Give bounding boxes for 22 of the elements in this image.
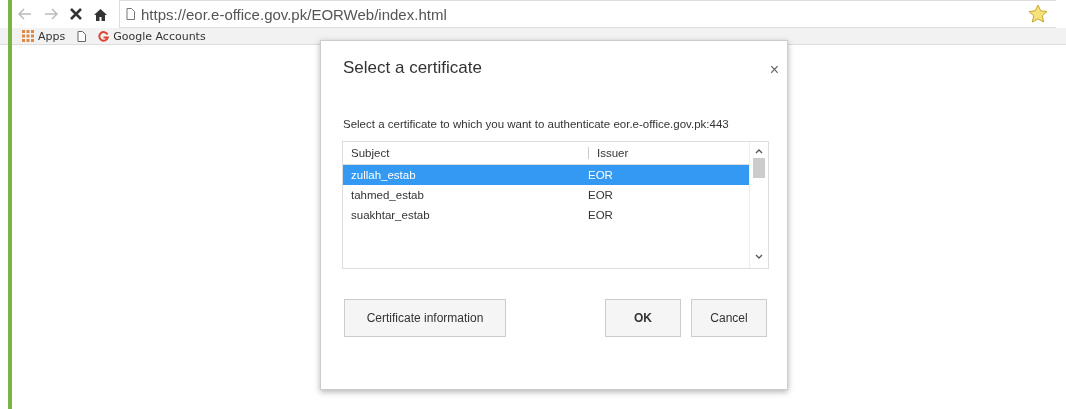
scrollbar-thumb[interactable] bbox=[753, 158, 765, 178]
stop-icon[interactable] bbox=[70, 8, 82, 20]
cancel-button[interactable]: Cancel bbox=[691, 299, 767, 337]
page-icon bbox=[126, 8, 135, 20]
page-icon[interactable] bbox=[77, 30, 87, 42]
certificate-row[interactable]: tahmed_estab EOR bbox=[343, 185, 749, 205]
scroll-up-icon[interactable] bbox=[755, 148, 763, 154]
google-ring-icon bbox=[98, 30, 110, 42]
home-icon[interactable] bbox=[94, 7, 107, 21]
certificate-information-button[interactable]: Certificate information bbox=[344, 299, 506, 337]
apps-grid-icon bbox=[22, 30, 34, 42]
dialog-title: Select a certificate bbox=[343, 58, 482, 78]
bookmark-link[interactable]: Apps bbox=[22, 29, 66, 43]
ok-button[interactable]: OK bbox=[605, 299, 681, 337]
bookmark-link[interactable]: Google Accounts bbox=[98, 29, 206, 43]
dialog-message: Select a certificate to which you want to authenticate eor.e-office.gov.pk:443 bbox=[343, 117, 730, 132]
close-button[interactable]: × bbox=[769, 51, 779, 89]
column-header[interactable]: Subject bbox=[343, 147, 589, 159]
column-header[interactable]: Issuer bbox=[589, 147, 629, 159]
scroll-down-icon[interactable] bbox=[755, 254, 763, 260]
star-icon[interactable] bbox=[1028, 4, 1048, 24]
certificate-row[interactable]: suakhtar_estab EOR bbox=[343, 205, 749, 225]
